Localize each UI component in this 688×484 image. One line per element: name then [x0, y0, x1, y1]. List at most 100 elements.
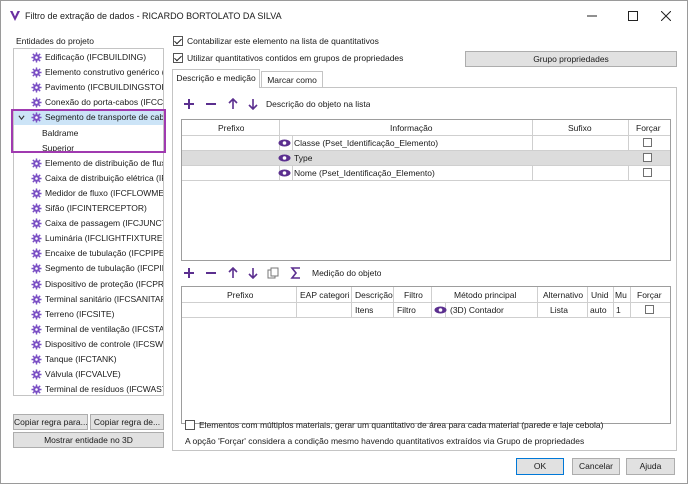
description-grid[interactable]: Prefixo Informação Sufixo Forçar Classe … [181, 119, 671, 261]
table-row-selected[interactable] [182, 151, 670, 165]
arrow-up-icon[interactable] [227, 98, 239, 110]
tree-item-label: Terminal sanitário (IFCSANITARY [45, 293, 164, 304]
tree-item-label: Caixa de distribuição elétrica (IFC [45, 172, 164, 183]
show-3d-button[interactable]: Mostrar entidade no 3D [13, 432, 164, 448]
row-info: Classe (Pset_Identificação_Elemento) [294, 138, 439, 148]
copy-icon[interactable] [267, 267, 279, 279]
eye-icon[interactable] [278, 169, 291, 177]
copy-rule-from-button[interactable]: Copiar regra de... [90, 414, 164, 430]
tree-item[interactable]: Terminal de ventilação (IFCSTACI [14, 322, 164, 337]
tree-item-label: Elemento construtivo genérico (I [45, 67, 164, 78]
tree-item[interactable]: Medidor de fluxo (IFCFLOWMETI [14, 186, 163, 201]
maximize-icon [628, 11, 638, 22]
tree-item-label: Terreno (IFCSITE) [45, 308, 115, 319]
eye-icon[interactable] [434, 306, 447, 314]
tree-item-label: Edificação (IFCBUILDING) [45, 52, 147, 62]
column-header-prefix: Prefixo [218, 123, 245, 133]
description-section-label: Descrição do objeto na lista [266, 99, 371, 109]
tree-item-label: Terminal de resíduos (IFCWASTE [45, 384, 164, 395]
eye-icon[interactable] [278, 154, 291, 162]
cancel-button[interactable]: Cancelar [572, 458, 620, 475]
minimize-button[interactable] [577, 5, 607, 27]
row-unit: auto [590, 305, 607, 315]
column-header-force: Forçar [636, 123, 661, 133]
tree-item[interactable]: Terminal de resíduos (IFCWASTE [14, 382, 164, 395]
tab-panel: Descrição do objeto na lista Prefixo Inf… [172, 87, 677, 451]
minimize-icon [587, 15, 597, 17]
tree-item[interactable]: Segmento de tubulação (IFCPIPE [14, 261, 163, 276]
tree-item[interactable]: Válvula (IFCVALVE) [14, 367, 163, 382]
copy-rule-to-button[interactable]: Copiar regra para... [13, 414, 88, 430]
property-group-button[interactable]: Grupo propriedades [465, 51, 677, 67]
gear-icon [31, 82, 42, 93]
tree-item[interactable]: Dispositivo de proteção (IFCPRO [14, 277, 164, 292]
tree-item[interactable]: Caixa de passagem (IFCJUNCTIO [14, 216, 164, 231]
tree-item[interactable]: Edificação (IFCBUILDING) [14, 50, 163, 65]
tree-item[interactable]: Caixa de distribuição elétrica (IFC [14, 171, 164, 186]
column-header-mult: Mu [615, 290, 627, 300]
add-icon[interactable] [183, 98, 195, 110]
add-icon[interactable] [183, 267, 195, 279]
force-checkbox[interactable] [643, 168, 652, 177]
entities-label: Entidades do projeto [16, 36, 94, 46]
column-header-force: Forçar [637, 290, 662, 300]
remove-icon[interactable] [205, 98, 217, 110]
tree-item-label: Dispositivo de proteção (IFCPRO [45, 278, 164, 289]
gear-icon [31, 248, 42, 259]
gear-icon [31, 309, 42, 320]
eye-icon[interactable] [278, 139, 291, 147]
tree-item[interactable]: Luminária (IFCLIGHTFIXTURE) [14, 231, 163, 246]
tree-item[interactable]: Tanque (IFCTANK) [14, 352, 163, 367]
tab-mark-as[interactable]: Marcar como [261, 71, 323, 87]
force-checkbox[interactable] [643, 153, 652, 162]
gear-icon [31, 324, 42, 335]
column-header-unit: Unid [591, 290, 609, 300]
gear-icon [31, 384, 42, 395]
arrow-down-icon[interactable] [247, 267, 259, 279]
maximize-button[interactable] [618, 5, 648, 27]
tree-item[interactable]: Dispositivo de controle (IFCSWIT [14, 337, 163, 352]
tree-item[interactable]: Terreno (IFCSITE) [14, 307, 163, 322]
gear-icon [31, 354, 42, 365]
column-header-filter: Filtro [404, 290, 423, 300]
tree-item-label: Válvula (IFCVALVE) [45, 369, 121, 380]
entity-tree[interactable]: Edificação (IFCBUILDING) Elemento constru… [13, 48, 164, 396]
remove-icon[interactable] [205, 267, 217, 279]
help-button[interactable]: Ajuda [626, 458, 675, 475]
ok-button[interactable]: OK [516, 458, 564, 475]
force-checkbox[interactable] [645, 305, 654, 314]
tree-item[interactable]: Elemento de distribuição de flux [14, 156, 163, 171]
use-groups-checkbox[interactable] [173, 53, 183, 63]
tree-item-label: Pavimento (IFCBUILDINGSTOREY [45, 82, 163, 93]
row-main-method: (3D) Contador [450, 305, 504, 315]
count-element-checkbox[interactable] [173, 36, 183, 46]
sum-icon[interactable] [290, 267, 302, 279]
tab-description[interactable]: Descrição e medição [172, 69, 260, 88]
close-button[interactable] [651, 5, 681, 27]
tree-item-label: Terminal de ventilação (IFCSTACI [45, 323, 164, 334]
column-header-suffix: Sufixo [568, 123, 592, 133]
row-description: Itens [355, 305, 374, 315]
column-header-alternative: Alternativo [543, 290, 584, 300]
tree-item[interactable]: Encaixe de tubulação (IFCPIPEFIT [14, 246, 163, 261]
title-bar: Filtro de extração de dados - RICARDO BO… [1, 1, 687, 31]
tree-item[interactable]: Terminal sanitário (IFCSANITARY [14, 292, 164, 307]
row-info: Nome (Pset_Identificação_Elemento) [294, 168, 435, 178]
gear-icon [31, 52, 42, 63]
row-info: Type [294, 153, 313, 163]
tree-item[interactable]: Sifão (IFCINTERCEPTOR) [14, 201, 163, 216]
arrow-down-icon[interactable] [247, 98, 259, 110]
app-logo-icon [10, 11, 20, 21]
tree-item[interactable]: Elemento construtivo genérico (I [14, 65, 164, 80]
tree-item[interactable]: Pavimento (IFCBUILDINGSTOREY [14, 80, 163, 95]
multi-material-checkbox[interactable] [185, 420, 195, 430]
gear-icon [31, 158, 42, 169]
force-checkbox[interactable] [643, 138, 652, 147]
gear-icon [31, 278, 42, 290]
count-element-label: Contabilizar este elemento na lista de q… [187, 36, 379, 46]
arrow-up-icon[interactable] [227, 267, 239, 279]
gear-icon [31, 173, 42, 184]
tree-item-label: Caixa de passagem (IFCJUNCTIO [45, 218, 164, 229]
measurement-grid[interactable]: Prefixo EAP categori Descrição Filtro Mé… [181, 286, 671, 424]
gear-icon [31, 188, 42, 199]
